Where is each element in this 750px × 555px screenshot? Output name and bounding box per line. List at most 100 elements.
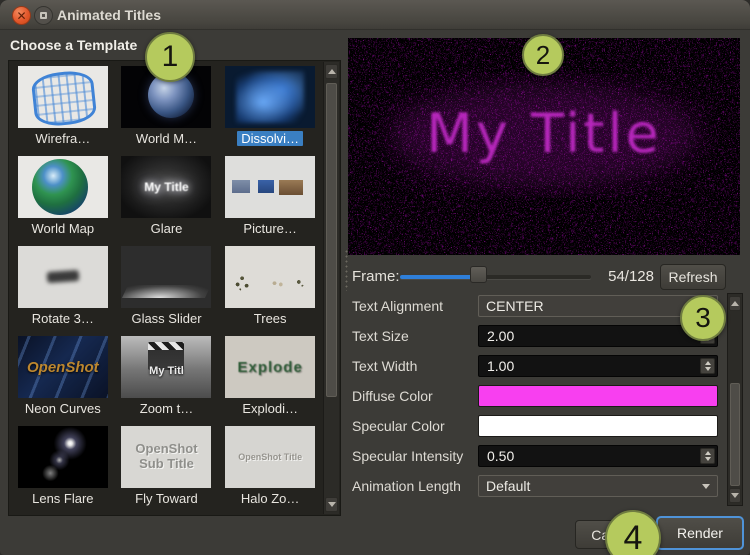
template-thumbnail bbox=[225, 246, 315, 308]
triangle-up-icon bbox=[731, 297, 739, 306]
template-thumbnail-text: OpenShot bbox=[18, 336, 108, 398]
template-thumbnail: Explode bbox=[225, 336, 315, 398]
template-thumbnail bbox=[225, 156, 315, 218]
template-item[interactable]: OpenShot Neon Curves bbox=[11, 333, 115, 423]
frame-slider-fill bbox=[400, 275, 478, 279]
property-label: Specular Color bbox=[352, 415, 476, 437]
annotation-badge-3: 3 bbox=[680, 295, 726, 341]
color-swatch-button[interactable] bbox=[478, 385, 718, 407]
template-thumbnail-text: My Title bbox=[121, 156, 211, 218]
template-item[interactable]: World Map bbox=[11, 153, 115, 243]
template-thumbnail: My Titl bbox=[121, 336, 211, 398]
template-label: Dissolvi… bbox=[237, 131, 303, 146]
template-label: Wirefra… bbox=[31, 131, 94, 146]
frame-label: Frame: bbox=[352, 263, 400, 291]
template-item[interactable]: OpenShot Sub Title Fly Toward bbox=[115, 423, 219, 513]
scroll-up-button[interactable] bbox=[729, 296, 741, 311]
template-thumbnail-text: My Titl bbox=[121, 336, 211, 398]
properties-scrollbar[interactable] bbox=[727, 293, 743, 506]
template-label: Glare bbox=[147, 221, 187, 236]
template-thumbnail: OpenShot bbox=[18, 336, 108, 398]
close-button[interactable]: ✕ bbox=[12, 6, 31, 25]
triangle-down-icon bbox=[731, 493, 739, 502]
template-item[interactable]: OpenShot Title Halo Zo… bbox=[218, 423, 322, 513]
template-thumbnail: My Title bbox=[121, 156, 211, 218]
template-item[interactable]: My Titl Zoom t… bbox=[115, 333, 219, 423]
template-thumbnail-text: OpenShot Sub Title bbox=[121, 426, 211, 488]
template-item[interactable]: Wirefra… bbox=[11, 63, 115, 153]
template-thumbnail bbox=[18, 426, 108, 488]
spinner-buttons[interactable] bbox=[700, 358, 715, 374]
template-label: Trees bbox=[250, 311, 291, 326]
template-thumbnail: OpenShot Title bbox=[225, 426, 315, 488]
frame-slider[interactable] bbox=[400, 263, 591, 291]
spinner-buttons[interactable] bbox=[700, 448, 715, 464]
annotation-badge-4: 4 bbox=[605, 510, 661, 555]
template-item[interactable]: Trees bbox=[218, 243, 322, 333]
template-label: Glass Slider bbox=[127, 311, 205, 326]
spin-up-icon bbox=[705, 358, 711, 365]
property-label: Specular Intensity bbox=[352, 445, 476, 467]
triangle-down-icon bbox=[328, 502, 336, 511]
chevron-down-icon bbox=[702, 484, 710, 493]
property-spinbox[interactable]: 0.50 bbox=[478, 445, 718, 467]
template-item[interactable]: Rotate 3… bbox=[11, 243, 115, 333]
template-label: Zoom t… bbox=[136, 401, 197, 416]
template-label: Neon Curves bbox=[21, 401, 105, 416]
property-row: Specular Color bbox=[352, 415, 718, 437]
template-thumbnail bbox=[18, 246, 108, 308]
template-thumbnail bbox=[18, 156, 108, 218]
property-row: Specular Intensity 0.50 bbox=[352, 445, 718, 467]
template-list[interactable]: Wirefra… World M… Dissolvi… World Map My… bbox=[8, 60, 341, 516]
annotation-badge-1: 1 bbox=[145, 32, 195, 82]
spin-up-icon bbox=[705, 448, 711, 455]
scroll-down-button[interactable] bbox=[325, 497, 338, 512]
triangle-up-icon bbox=[328, 65, 336, 74]
render-button[interactable]: Render bbox=[656, 516, 744, 550]
template-label: World Map bbox=[28, 221, 99, 236]
property-row: Diffuse Color bbox=[352, 385, 718, 407]
scroll-down-button[interactable] bbox=[729, 488, 741, 503]
property-label: Text Width bbox=[352, 355, 476, 377]
frame-row: Frame: 54/128 Refresh bbox=[352, 263, 740, 291]
property-combobox[interactable]: Default bbox=[478, 475, 718, 497]
template-item[interactable]: Dissolvi… bbox=[218, 63, 322, 153]
template-thumbnail bbox=[121, 246, 211, 308]
template-thumbnail bbox=[18, 66, 108, 128]
template-label: Fly Toward bbox=[131, 491, 202, 506]
refresh-button[interactable]: Refresh bbox=[660, 264, 726, 290]
frame-counter: 54/128 bbox=[602, 263, 654, 291]
spin-down-icon bbox=[705, 457, 711, 464]
template-label: Picture… bbox=[239, 221, 300, 236]
property-spinbox[interactable]: 1.00 bbox=[478, 355, 718, 377]
template-item[interactable]: Lens Flare bbox=[11, 423, 115, 513]
scroll-up-button[interactable] bbox=[325, 64, 338, 79]
template-thumbnail-text: OpenShot Title bbox=[225, 426, 315, 488]
properties-panel: Text Alignment CENTER Text Size 2.00 Tex… bbox=[352, 295, 718, 497]
template-item[interactable]: Picture… bbox=[218, 153, 322, 243]
template-item[interactable]: Explode Explodi… bbox=[218, 333, 322, 423]
template-label: Rotate 3… bbox=[28, 311, 98, 326]
property-row: Animation Length Default bbox=[352, 475, 718, 497]
scrollbar-thumb[interactable] bbox=[730, 383, 740, 486]
template-label: World M… bbox=[132, 131, 201, 146]
color-swatch-button[interactable] bbox=[478, 415, 718, 437]
window-title: Animated Titles bbox=[57, 0, 161, 30]
template-label: Explodi… bbox=[238, 401, 302, 416]
spinbox-value: 2.00 bbox=[487, 326, 514, 346]
maximize-button[interactable] bbox=[34, 6, 53, 25]
scrollbar-thumb[interactable] bbox=[326, 83, 337, 397]
property-label: Diffuse Color bbox=[352, 385, 476, 407]
titlebar[interactable]: ✕ Animated Titles bbox=[0, 0, 750, 30]
template-label: Halo Zo… bbox=[237, 491, 304, 506]
combobox-value: Default bbox=[486, 476, 530, 496]
splitter-grip[interactable] bbox=[345, 249, 348, 291]
property-label: Text Alignment bbox=[352, 295, 476, 317]
template-item[interactable]: Glass Slider bbox=[115, 243, 219, 333]
template-item[interactable]: My Title Glare bbox=[115, 153, 219, 243]
template-thumbnail: OpenShot Sub Title bbox=[121, 426, 211, 488]
property-label: Animation Length bbox=[352, 475, 476, 497]
template-list-scrollbar[interactable] bbox=[323, 62, 339, 514]
animated-titles-dialog: ✕ Animated Titles Choose a Template Wire… bbox=[0, 0, 750, 555]
frame-slider-handle[interactable] bbox=[470, 266, 487, 283]
